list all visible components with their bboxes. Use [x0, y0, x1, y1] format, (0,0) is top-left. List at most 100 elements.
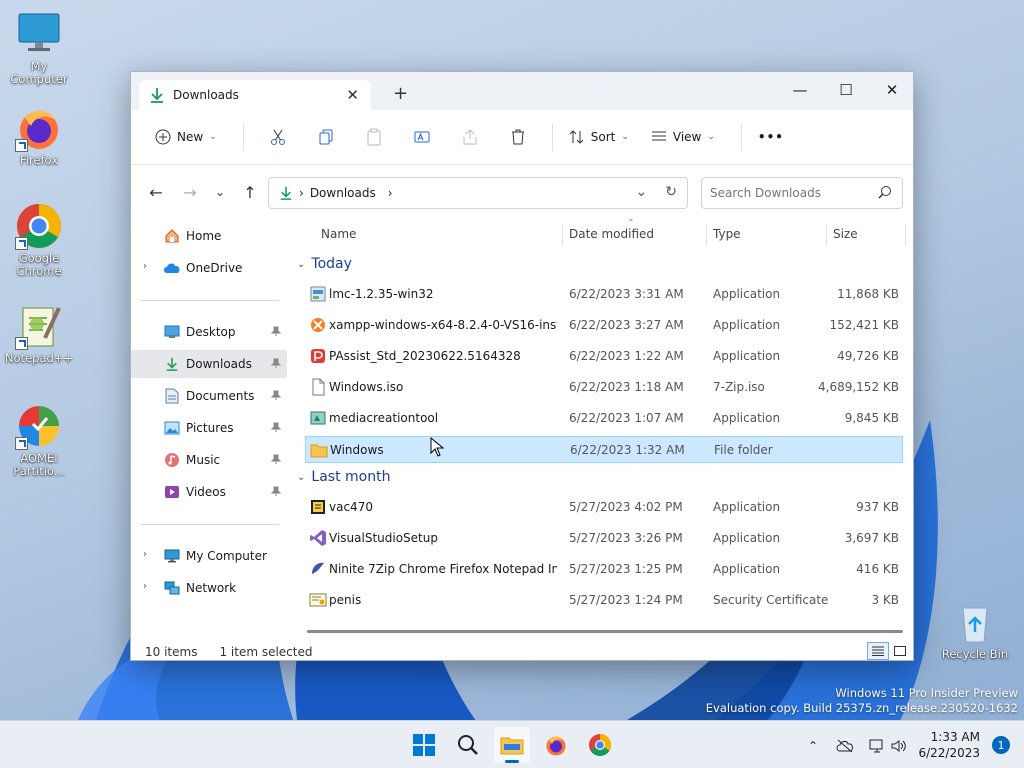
refresh-icon[interactable]: ↻	[665, 184, 677, 200]
nav-item-home[interactable]: Home	[131, 222, 287, 250]
download-arrow-icon	[151, 88, 163, 103]
more-options-button[interactable]: •••	[752, 120, 790, 154]
scissors-icon	[270, 129, 285, 145]
show-hidden-icons-button[interactable]: ⌃	[802, 735, 824, 757]
file-row[interactable]: vac470 5/27/2023 4:02 PM Application 937…	[305, 494, 903, 521]
firefox-taskbar-button[interactable]	[538, 727, 574, 763]
file-row[interactable]: mediacreationtool 6/22/2023 1:07 AM Appl…	[305, 405, 903, 432]
minimize-button[interactable]: —	[777, 76, 823, 104]
file-size: 11,868 KB	[837, 287, 899, 301]
desktop-icon-my-computer[interactable]: My Computer	[1, 10, 77, 86]
horizontal-scrollbar[interactable]	[307, 630, 903, 633]
forward-button[interactable]: →	[175, 177, 205, 207]
breadcrumb-chevron-icon: ›	[299, 186, 304, 200]
desktop-icon-firefox[interactable]: Firefox	[1, 104, 77, 167]
desktop-icon-aomei[interactable]: AOMEI Partitio...	[1, 402, 77, 478]
onedrive-tray-button[interactable]	[834, 735, 856, 757]
maximize-button[interactable]: ☐	[823, 76, 869, 104]
file-type: Application	[713, 287, 781, 301]
file-row[interactable]: xampp-windows-x64-8.2.4-0-VS16-instal...…	[305, 312, 903, 339]
sort-button[interactable]: Sort ⌄	[563, 120, 635, 154]
tiles-view-button[interactable]	[889, 642, 911, 660]
network-tray-button[interactable]	[866, 735, 888, 757]
nav-item-music[interactable]: Music	[131, 446, 287, 474]
search-box[interactable]	[701, 177, 903, 209]
up-button[interactable]: ↑	[235, 177, 265, 207]
file-explorer-taskbar-button[interactable]	[494, 727, 530, 763]
desktop-icon-chrome[interactable]: Google Chrome	[1, 202, 77, 278]
expand-chevron-icon[interactable]: ›	[143, 549, 147, 560]
nav-item-pictures[interactable]: Pictures	[131, 414, 287, 442]
share-icon	[463, 129, 477, 145]
search-input[interactable]	[710, 186, 870, 200]
desktop-icon-recycle-bin[interactable]: Recycle Bin	[937, 598, 1013, 661]
details-view-button[interactable]	[867, 642, 889, 660]
navigation-pane: Home › OneDrive Desktop Downloads Docume…	[131, 218, 289, 642]
column-divider[interactable]	[706, 224, 707, 246]
nav-item-desktop[interactable]: Desktop	[131, 318, 287, 346]
system-clock[interactable]: 1:33 AM 6/22/2023	[918, 729, 980, 761]
group-header-today[interactable]: ⌄ Today	[297, 256, 352, 272]
nav-item-documents[interactable]: Documents	[131, 382, 287, 410]
nav-item-my-computer[interactable]: › My Computer	[131, 542, 287, 570]
close-window-button[interactable]: ✕	[869, 76, 915, 104]
nav-item-onedrive[interactable]: › OneDrive	[131, 254, 287, 282]
back-button[interactable]: ←	[141, 177, 171, 207]
file-row-selected[interactable]: Windows 6/22/2023 1:32 AM File folder	[305, 436, 903, 463]
recycle-bin-icon	[951, 598, 999, 646]
file-row[interactable]: lmc-1.2.35-win32 6/22/2023 3:31 AM Appli…	[305, 281, 903, 308]
new-button[interactable]: New ⌄	[149, 120, 223, 154]
new-tab-button[interactable]: +	[393, 83, 408, 104]
paste-button[interactable]	[361, 124, 387, 150]
start-button[interactable]	[406, 727, 442, 763]
tab-close-button[interactable]: ✕	[346, 86, 359, 104]
nav-item-videos[interactable]: Videos	[131, 478, 287, 506]
title-bar[interactable]: Downloads ✕ + — ☐ ✕	[131, 72, 913, 110]
chevron-up-icon: ⌃	[807, 739, 819, 753]
share-button[interactable]	[457, 124, 483, 150]
pin-icon	[271, 422, 281, 432]
xampp-installer-icon	[311, 318, 325, 332]
address-bar[interactable]: › Downloads › ⌄ ↻	[268, 177, 688, 209]
view-button[interactable]: View ⌄	[645, 120, 721, 154]
address-history-chevron-icon[interactable]: ⌄	[636, 184, 648, 200]
nav-item-downloads[interactable]: Downloads	[131, 350, 287, 378]
network-monitor-icon	[869, 739, 883, 753]
nav-divider	[141, 300, 279, 301]
nav-label: Desktop	[186, 325, 236, 339]
nav-item-network[interactable]: › Network	[131, 574, 287, 602]
desktop-icon	[163, 323, 181, 341]
recent-locations-button[interactable]: ⌄	[205, 177, 235, 207]
breadcrumb-downloads[interactable]: Downloads	[310, 186, 376, 200]
cut-button[interactable]	[265, 124, 291, 150]
column-divider[interactable]	[826, 224, 827, 246]
column-divider[interactable]	[562, 224, 563, 246]
tab-downloads[interactable]: Downloads ✕	[139, 80, 371, 110]
column-divider[interactable]	[905, 224, 906, 246]
search-taskbar-button[interactable]	[450, 727, 486, 763]
notification-badge[interactable]: 1	[992, 736, 1010, 754]
group-header-last-month[interactable]: ⌄ Last month	[297, 469, 390, 485]
file-row[interactable]: PAssist_Std_20230622.5164328 6/22/2023 1…	[305, 343, 903, 370]
file-row[interactable]: Windows.iso 6/22/2023 1:18 AM 7-Zip.iso …	[305, 374, 903, 401]
chrome-taskbar-button[interactable]	[582, 727, 618, 763]
volume-tray-button[interactable]	[888, 735, 910, 757]
file-name: penis	[329, 593, 362, 607]
expand-chevron-icon[interactable]: ›	[143, 261, 147, 272]
column-header-name[interactable]: Name	[321, 218, 561, 250]
copy-button[interactable]	[313, 124, 339, 150]
expand-chevron-icon[interactable]: ›	[143, 581, 147, 592]
file-size: 937 KB	[856, 500, 899, 514]
column-header-type[interactable]: Type	[713, 218, 823, 250]
rename-button[interactable]	[409, 124, 435, 150]
file-size: 152,421 KB	[829, 318, 899, 332]
desktop-icon-notepadpp[interactable]: Notepad++	[1, 302, 77, 365]
file-row[interactable]: VisualStudioSetup 5/27/2023 3:26 PM Appl…	[305, 525, 903, 552]
file-row[interactable]: Ninite 7Zip Chrome Firefox Notepad Inst.…	[305, 556, 903, 583]
delete-button[interactable]	[505, 124, 531, 150]
file-type: Application	[713, 349, 781, 363]
column-header-size[interactable]: Size	[833, 218, 903, 250]
nav-label: Pictures	[186, 421, 234, 435]
file-row[interactable]: penis 5/27/2023 1:24 PM Security Certifi…	[305, 587, 903, 614]
file-size: 3,697 KB	[844, 531, 899, 545]
